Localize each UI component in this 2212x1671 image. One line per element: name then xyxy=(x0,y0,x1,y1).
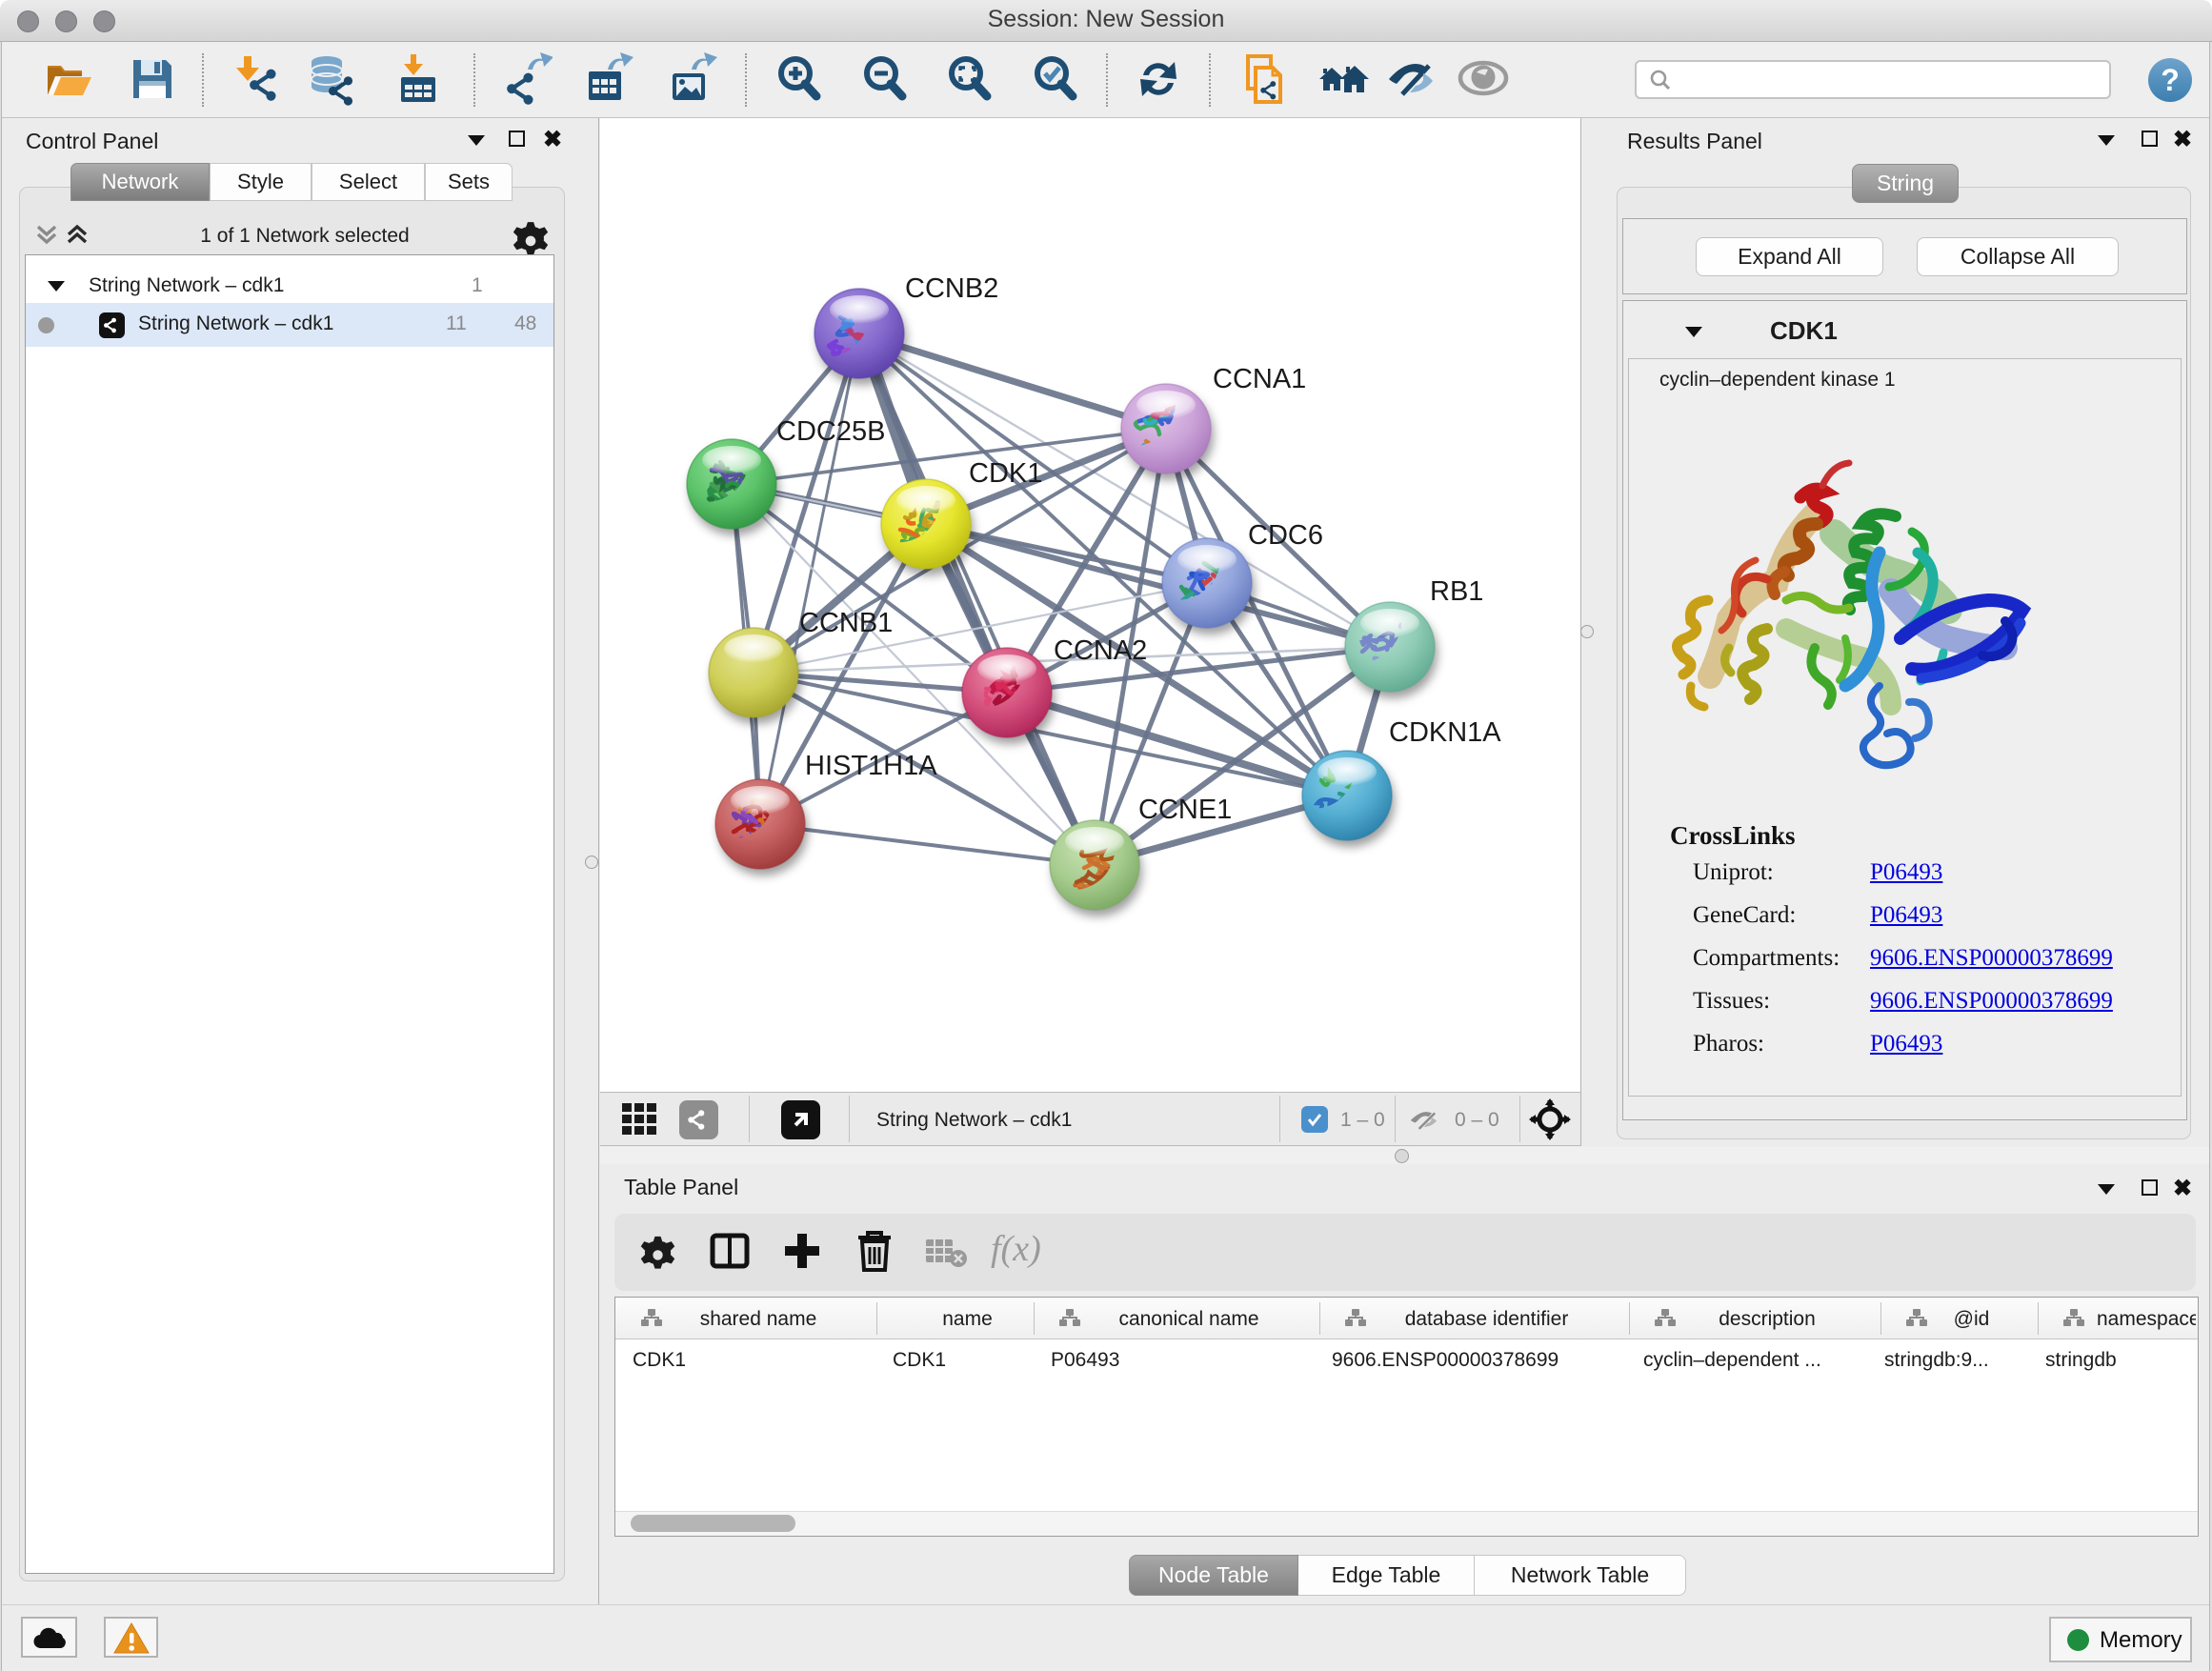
svg-text:CCNA1: CCNA1 xyxy=(1213,364,1306,394)
svg-text:CDC6: CDC6 xyxy=(1248,520,1323,551)
svg-text:CCNA2: CCNA2 xyxy=(1054,635,1147,666)
svg-text:CDKN1A: CDKN1A xyxy=(1389,717,1501,748)
svg-text:RB1: RB1 xyxy=(1430,576,1483,607)
svg-text:CCNB2: CCNB2 xyxy=(905,273,998,304)
svg-text:CDK1: CDK1 xyxy=(969,458,1042,489)
svg-text:CCNE1: CCNE1 xyxy=(1138,795,1232,825)
svg-text:HIST1H1A: HIST1H1A xyxy=(805,751,937,781)
svg-text:CCNB1: CCNB1 xyxy=(799,608,893,638)
svg-text:CDC25B: CDC25B xyxy=(776,416,885,447)
